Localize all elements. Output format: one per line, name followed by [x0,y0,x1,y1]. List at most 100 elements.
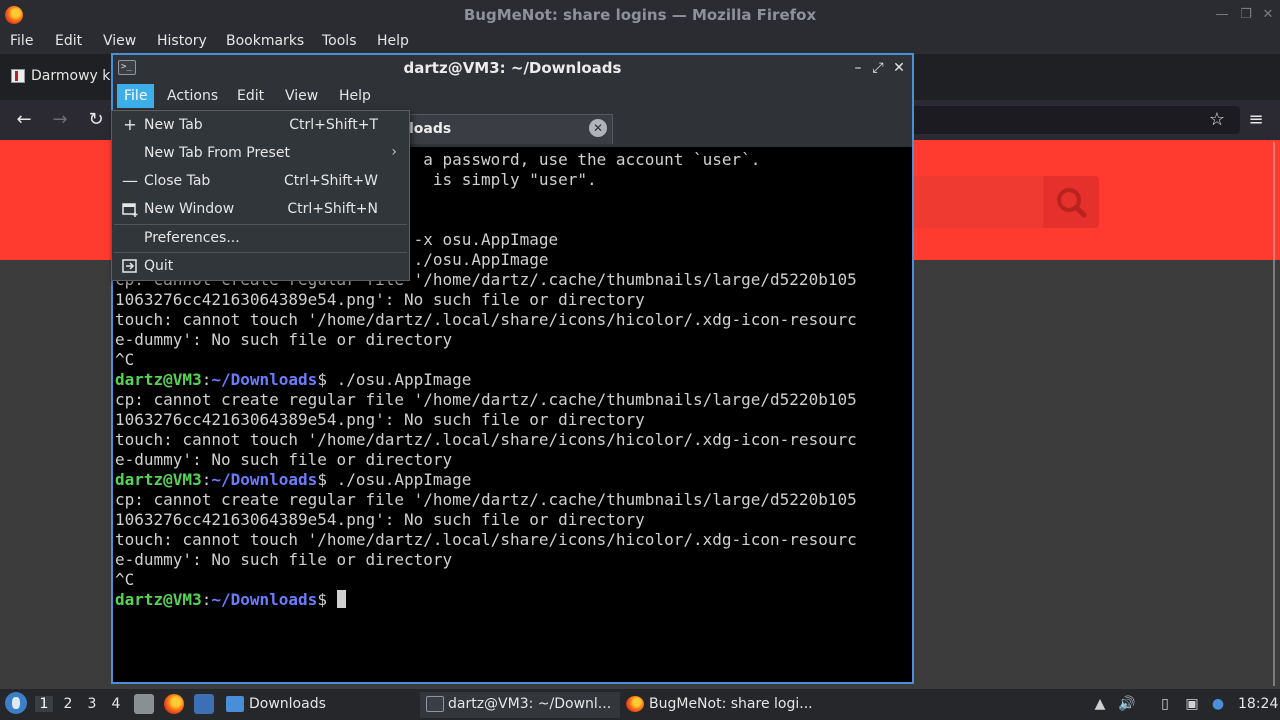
close-icon[interactable]: ✕ [890,58,908,78]
maximize-icon[interactable]: ❐ [1236,5,1256,25]
workspace-1[interactable]: 1 [35,696,53,712]
menu-item-preferences[interactable]: Preferences... [112,224,409,252]
prompt-path: ~/Downloads [211,470,318,489]
menu-item-label: New Tab [144,117,203,133]
terminal-menu-help[interactable]: Help [339,88,371,104]
terminal-line: dartz@VM3:~/Downloads$ ./osu.AppImage [115,370,471,390]
menu-item-label: New Window [144,201,235,217]
tab-favicon-icon [11,69,25,83]
file-manager-launcher-icon[interactable] [134,694,154,714]
chevron-right-icon: › [391,144,397,160]
workspace-2[interactable]: 2 [59,696,77,712]
terminal-menubar [113,81,912,111]
task-downloads[interactable]: Downloads [224,692,414,718]
page-search-input[interactable] [914,176,1044,228]
menu-item-label: New Tab From Preset [144,145,290,161]
start-menu-icon[interactable] [5,692,27,714]
firefox-menu-tools[interactable]: Tools [322,33,357,49]
menu-item-new-tab-from-preset[interactable]: New Tab From Preset › [112,139,409,167]
quit-icon [121,257,139,275]
firefox-menu-help[interactable]: Help [377,33,409,49]
firefox-tab-label[interactable]: Darmowy ka [31,68,119,84]
folder-icon [226,696,244,712]
task-label: BugMeNot: share logi... [649,696,813,712]
terminal-icon [426,696,444,712]
clock: 18:24 [1238,696,1279,712]
firefox-launcher-icon[interactable] [164,694,184,714]
hamburger-icon[interactable]: ≡ [1244,108,1268,132]
firefox-menu-history[interactable]: History [157,33,207,49]
tab-close-icon[interactable]: ✕ [589,119,607,137]
notification-icon[interactable]: ● [1208,694,1228,714]
menu-item-quit[interactable]: Quit [112,252,409,280]
task-firefox[interactable]: BugMeNot: share logi... [624,692,824,718]
minus-icon: — [122,171,138,190]
terminal-menu-view[interactable]: View [285,88,318,104]
menu-item-shortcut: Ctrl+Shift+W [283,173,378,189]
terminal-window-title: dartz@VM3: ~/Downloads [403,59,622,77]
page-search-button[interactable] [1043,176,1099,228]
terminal-line: ^C [115,570,135,589]
menu-item-label: Preferences... [144,230,240,246]
prompt-separator: : [201,370,212,389]
reload-icon[interactable]: ↻ [84,108,108,132]
prompt-path: ~/Downloads [211,370,318,389]
task-terminal[interactable]: dartz@VM3: ~/Downl... [420,692,620,718]
menu-item-label: Quit [144,258,174,274]
plus-icon: + [123,115,137,134]
terminal-line: ^C [115,350,135,369]
terminal-menu-file[interactable]: File [117,84,155,108]
menu-item-label: Close Tab [144,173,211,189]
prompt-user: dartz@VM3 [115,470,202,489]
minimize-icon[interactable]: – [849,58,867,78]
task-label: Downloads [249,696,326,712]
new-window-icon [121,200,139,218]
firefox-menu-view[interactable]: View [103,33,136,49]
back-arrow-icon[interactable]: ← [12,108,36,132]
minimize-icon[interactable]: — [1212,5,1232,25]
file-menu-dropdown: + New Tab Ctrl+Shift+T New Tab From Pres… [111,110,410,281]
url-bar[interactable] [910,106,1240,134]
desktop-launcher-icon[interactable] [194,694,214,714]
forward-arrow-icon[interactable]: → [48,108,72,132]
task-label: dartz@VM3: ~/Downl... [448,696,612,712]
firefox-menu-file[interactable]: File [10,33,33,49]
menu-item-new-tab[interactable]: + New Tab Ctrl+Shift+T [112,111,409,139]
terminal-line: e-dummy': No such file or directory [115,330,453,349]
star-icon[interactable]: ☆ [1205,108,1229,132]
terminal-line: 1063276cc42163064389e54.png': No such fi… [115,510,645,529]
network-icon[interactable]: ▣ [1182,694,1202,714]
firefox-menu-edit[interactable]: Edit [55,33,82,49]
workspace-3[interactable]: 3 [83,696,101,712]
menu-item-new-window[interactable]: New Window Ctrl+Shift+N [112,195,409,223]
prompt-user: dartz@VM3 [115,370,202,389]
terminal-line: dartz@VM3:~/Downloads$ ./osu.AppImage [115,470,471,490]
prompt-separator: : [201,590,212,609]
prompt-user: dartz@VM3 [115,590,202,609]
search-icon [1057,188,1087,218]
terminal-line: cp: cannot create regular file '/home/da… [115,390,857,409]
terminal-line: 1063276cc42163064389e54.png': No such fi… [115,410,645,429]
prompt-command: $ ./osu.AppImage [317,370,472,389]
prompt-path: ~/Downloads [211,590,318,609]
firefox-menu-bookmarks[interactable]: Bookmarks [226,33,304,49]
terminal-cursor [336,590,346,608]
terminal-menu-edit[interactable]: Edit [237,88,264,104]
terminal-line: e-dummy': No such file or directory [115,550,453,569]
clipboard-icon[interactable]: ▯ [1155,694,1175,714]
close-icon[interactable]: ✕ [1258,5,1278,25]
firefox-icon [626,696,644,712]
terminal-line: cp: cannot create regular file '/home/da… [115,490,857,509]
page-scrollbar[interactable] [1270,142,1278,686]
workspace-4[interactable]: 4 [107,696,125,712]
menu-item-shortcut: Ctrl+Shift+N [287,201,378,217]
terminal-line: dartz@VM3:~/Downloads$ [115,590,346,610]
firefox-window-title: BugMeNot: share logins — Mozilla Firefox [463,6,817,24]
menu-item-shortcut: Ctrl+Shift+T [289,117,378,133]
terminal-tab-label: loads [409,121,452,137]
terminal-menu-actions[interactable]: Actions [167,88,218,104]
tray-up-icon[interactable]: ▲ [1090,694,1110,714]
menu-item-close-tab[interactable]: — Close Tab Ctrl+Shift+W [112,167,409,195]
volume-icon[interactable]: 🔊 [1117,694,1137,714]
maximize-icon[interactable]: ⤢ [869,58,887,78]
